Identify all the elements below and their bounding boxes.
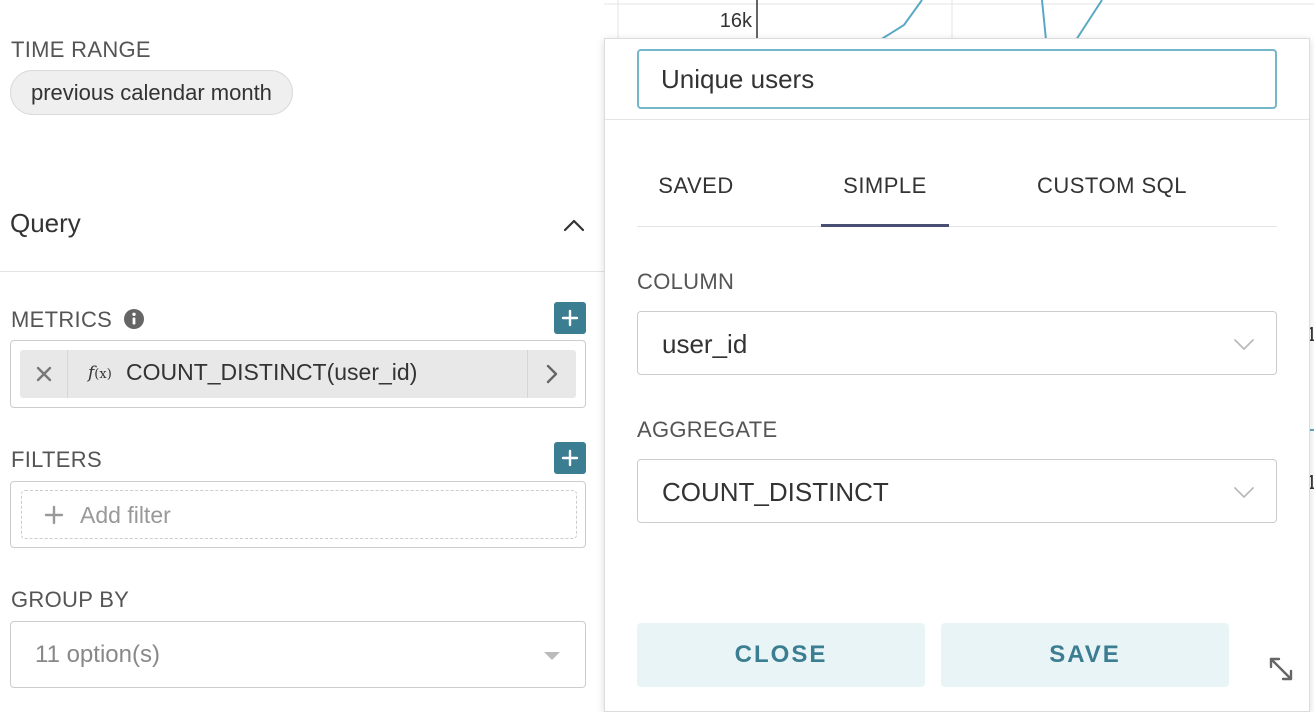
info-icon[interactable] [123, 308, 145, 330]
group-by-select[interactable]: 11 option(s) [10, 621, 586, 688]
query-section-title: Query [10, 208, 81, 238]
metric-type-tabs: SAVED SIMPLE CUSTOM SQL [637, 151, 1277, 227]
metric-edit-popover: SAVED SIMPLE CUSTOM SQL COLUMN user_id A… [604, 38, 1310, 712]
series-line [1041, 0, 1047, 41]
metrics-field: f(x) COUNT_DISTINCT(user_id) [10, 340, 586, 408]
close-icon [36, 366, 52, 382]
metric-label-input[interactable] [637, 49, 1277, 109]
filters-label: FILTERS [11, 447, 102, 472]
time-range-label: TIME RANGE [11, 37, 151, 62]
control-panel: TIME RANGE previous calendar month Query… [0, 0, 604, 712]
add-filter-label: Add filter [80, 502, 171, 528]
series-line [1075, 0, 1103, 41]
function-icon: f(x) [88, 363, 112, 383]
add-metric-button[interactable] [554, 302, 586, 334]
popover-arrow [592, 363, 604, 387]
group-by-placeholder: 11 option(s) [35, 641, 160, 668]
tab-custom-sql[interactable]: CUSTOM SQL [1017, 151, 1207, 227]
plus-icon [44, 505, 64, 525]
edit-metric-button[interactable] [527, 350, 576, 398]
chevron-down-icon [1234, 487, 1254, 498]
add-filter-dropzone[interactable]: Add filter [21, 490, 577, 539]
chevron-down-icon [1234, 339, 1254, 350]
aggregate-label: AGGREGATE [637, 417, 778, 442]
save-button[interactable]: SAVE [941, 623, 1229, 687]
y-tick-label: 16k [720, 10, 753, 32]
metric-chip[interactable]: f(x) COUNT_DISTINCT(user_id) [20, 350, 576, 398]
column-select[interactable]: user_id [637, 311, 1277, 375]
add-filter-button[interactable] [554, 442, 586, 474]
caret-down-icon [544, 652, 560, 660]
column-label: COLUMN [637, 269, 735, 294]
tab-simple[interactable]: SIMPLE [821, 151, 949, 227]
close-button[interactable]: CLOSE [637, 623, 925, 687]
filters-field: Add filter [10, 481, 586, 548]
metrics-label: METRICS [11, 307, 113, 332]
column-select-value: user_id [662, 329, 748, 359]
time-range-pill[interactable]: previous calendar month [10, 70, 293, 115]
aggregate-select[interactable]: COUNT_DISTINCT [637, 459, 1277, 523]
remove-metric-button[interactable] [20, 350, 68, 398]
plus-icon [561, 309, 579, 327]
plus-icon [561, 449, 579, 467]
chevron-up-icon[interactable] [560, 212, 588, 240]
divider [605, 119, 1309, 120]
chevron-right-icon [546, 364, 558, 384]
metric-chip-label: COUNT_DISTINCT(user_id) [126, 359, 418, 385]
query-section-header[interactable]: Query [0, 186, 604, 272]
series-line [879, 0, 923, 41]
resize-icon[interactable] [1267, 655, 1295, 683]
tab-saved[interactable]: SAVED [637, 151, 755, 227]
group-by-label: GROUP BY [11, 587, 130, 612]
function-icon-args: (x) [94, 367, 112, 382]
aggregate-select-value: COUNT_DISTINCT [662, 477, 889, 507]
